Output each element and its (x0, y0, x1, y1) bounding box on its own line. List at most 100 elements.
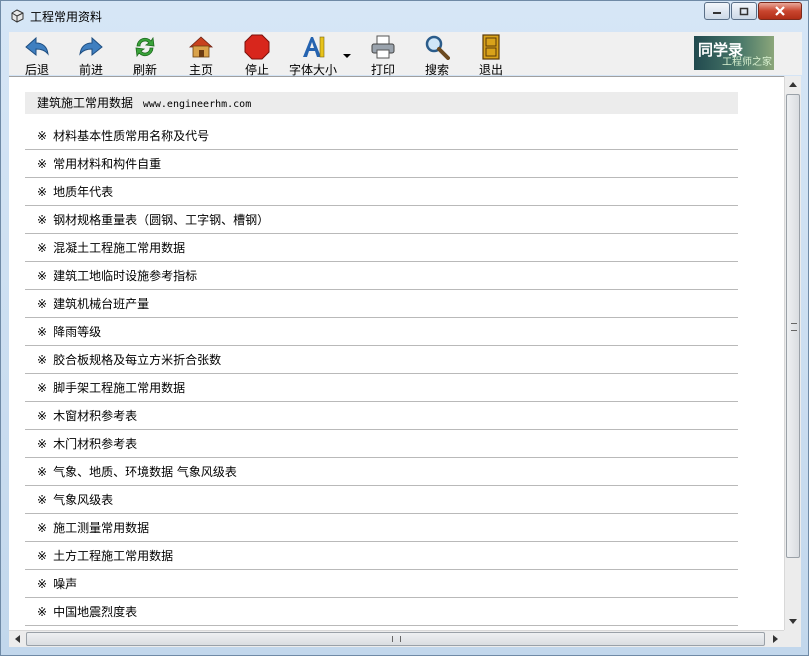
stop-button[interactable]: 停止 (237, 34, 277, 77)
exit-door-icon (482, 34, 500, 60)
vertical-scroll-thumb[interactable] (786, 94, 800, 558)
horizontal-scroll-thumb[interactable] (26, 632, 765, 646)
scroll-down-icon (789, 619, 797, 624)
bullet-marker: ※ (37, 213, 48, 227)
toolbar: 后退 前进 刷新 主页 停止 字体大小 打印 搜索 退出 同学录 工程师之家 (9, 32, 802, 77)
exit-button[interactable]: 退出 (471, 34, 511, 77)
bullet-marker: ※ (37, 297, 48, 311)
title-bar[interactable]: 工程常用资料 (1, 1, 808, 31)
minimize-button[interactable] (704, 2, 730, 20)
list-item[interactable]: ※ 材料基本性质常用名称及代号 (25, 122, 738, 150)
scroll-left-button[interactable] (9, 631, 26, 647)
magnifier-icon (425, 35, 450, 60)
list-item-label[interactable]: 降雨等级 (53, 325, 101, 339)
bullet-marker: ※ (37, 353, 48, 367)
scroll-down-button[interactable] (785, 613, 801, 630)
app-icon (11, 9, 24, 23)
list-item-label[interactable]: 噪声 (53, 577, 77, 591)
scroll-left-icon (15, 635, 20, 643)
bullet-marker: ※ (37, 269, 48, 283)
bullet-marker: ※ (37, 325, 48, 339)
list-item-label[interactable]: 中国地震烈度表 (53, 605, 137, 619)
list-item[interactable]: ※ 建筑工地临时设施参考指标 (25, 262, 738, 290)
list-item-label[interactable]: 木窗材积参考表 (53, 409, 137, 423)
close-button[interactable] (758, 2, 802, 20)
printer-icon (371, 35, 395, 59)
font-size-button[interactable]: 字体大小 (285, 34, 341, 77)
list-item[interactable]: ※ 土方工程施工常用数据 (25, 542, 738, 570)
list-item-label[interactable]: 气象风级表 (53, 493, 113, 507)
dropdown-arrow-icon (343, 54, 351, 58)
list-item[interactable]: ※ 气象风级表 (25, 486, 738, 514)
list-item-label[interactable]: 胶合板规格及每立方米折合张数 (53, 353, 221, 367)
font-size-icon (303, 36, 325, 58)
list-item[interactable]: ※ 脚手架工程施工常用数据 (25, 374, 738, 402)
list-item-label[interactable]: 钢材规格重量表（圆钢、工字钢、槽钢） (53, 213, 269, 227)
scroll-up-button[interactable] (785, 76, 801, 93)
bullet-marker: ※ (37, 493, 48, 507)
home-button[interactable]: 主页 (181, 34, 221, 77)
bullet-marker: ※ (37, 409, 48, 423)
brand-logo: 同学录 工程师之家 (694, 36, 774, 70)
maximize-icon (739, 7, 749, 15)
list-item[interactable]: ※ 气象、地质、环境数据 气象风级表 (25, 458, 738, 486)
bullet-marker: ※ (37, 381, 48, 395)
list-item-label[interactable]: 脚手架工程施工常用数据 (53, 381, 185, 395)
minimize-icon (713, 12, 721, 14)
list-item[interactable]: ※ 中国地震烈度表 (25, 598, 738, 626)
list-item[interactable]: ※ 噪声 (25, 570, 738, 598)
site-url[interactable]: www.engineerhm.com (143, 99, 251, 110)
bullet-marker: ※ (37, 577, 48, 591)
list-item-label[interactable]: 地质年代表 (53, 185, 113, 199)
back-button[interactable]: 后退 (17, 34, 57, 77)
list-item[interactable]: ※ 建筑机械台班产量 (25, 290, 738, 318)
refresh-icon (135, 36, 155, 58)
refresh-button[interactable]: 刷新 (125, 34, 165, 77)
list-item-label[interactable]: 材料基本性质常用名称及代号 (53, 129, 209, 143)
scroll-right-button[interactable] (767, 631, 784, 647)
list-item-label[interactable]: 常用材料和构件自重 (53, 157, 161, 171)
bullet-marker: ※ (37, 465, 48, 479)
forward-arrow-icon (79, 36, 103, 57)
bullet-marker: ※ (37, 129, 48, 143)
stop-icon (244, 34, 270, 60)
list-item[interactable]: ※ 胶合板规格及每立方米折合张数 (25, 346, 738, 374)
data-list: ※ 材料基本性质常用名称及代号 ※ 常用材料和构件自重 ※ 地质年代表 ※ 钢材规格重量表（圆… (25, 122, 738, 626)
back-arrow-icon (25, 36, 49, 57)
forward-button[interactable]: 前进 (71, 34, 111, 77)
list-item-label[interactable]: 建筑机械台班产量 (53, 297, 149, 311)
logo-sub-text: 工程师之家 (722, 57, 772, 68)
list-item[interactable]: ※ 木门材积参考表 (25, 430, 738, 458)
list-item-label[interactable]: 建筑工地临时设施参考指标 (53, 269, 197, 283)
browser-content: 建筑施工常用数据 www.engineerhm.com ※ 材料基本性质常用名称及… (9, 76, 784, 631)
list-item[interactable]: ※ 混凝土工程施工常用数据 (25, 234, 738, 262)
list-item-label[interactable]: 混凝土工程施工常用数据 (53, 241, 185, 255)
list-item-label[interactable]: 施工测量常用数据 (53, 521, 149, 535)
list-item-label[interactable]: 气象、地质、环境数据 气象风级表 (53, 465, 237, 479)
search-button[interactable]: 搜索 (417, 34, 457, 77)
window-title: 工程常用资料 (30, 10, 103, 24)
scrollbar-corner (784, 630, 801, 647)
bullet-marker: ※ (37, 605, 48, 619)
list-item-label[interactable]: 土方工程施工常用数据 (53, 549, 173, 563)
list-item-label[interactable]: 木门材积参考表 (53, 437, 137, 451)
bullet-marker: ※ (37, 185, 48, 199)
page-title: 建筑施工常用数据 (37, 96, 134, 110)
bullet-marker: ※ (37, 157, 48, 171)
list-item[interactable]: ※ 木窗材积参考表 (25, 402, 738, 430)
list-item[interactable]: ※ 常用材料和构件自重 (25, 150, 738, 178)
list-item[interactable]: ※ 施工测量常用数据 (25, 514, 738, 542)
horizontal-scrollbar[interactable] (9, 630, 784, 647)
bullet-marker: ※ (37, 241, 48, 255)
scroll-up-icon (789, 82, 797, 87)
bullet-marker: ※ (37, 437, 48, 451)
list-item[interactable]: ※ 地质年代表 (25, 178, 738, 206)
list-item[interactable]: ※ 降雨等级 (25, 318, 738, 346)
print-button[interactable]: 打印 (363, 34, 403, 77)
page-header: 建筑施工常用数据 www.engineerhm.com (25, 92, 738, 114)
maximize-button[interactable] (731, 2, 757, 20)
vertical-scrollbar[interactable] (784, 76, 801, 630)
bullet-marker: ※ (37, 521, 48, 535)
app-window: 工程常用资料 后退 前进 刷新 主页 停止 字体大小 打印 搜索 退出 同学录 … (0, 0, 809, 656)
list-item[interactable]: ※ 钢材规格重量表（圆钢、工字钢、槽钢） (25, 206, 738, 234)
